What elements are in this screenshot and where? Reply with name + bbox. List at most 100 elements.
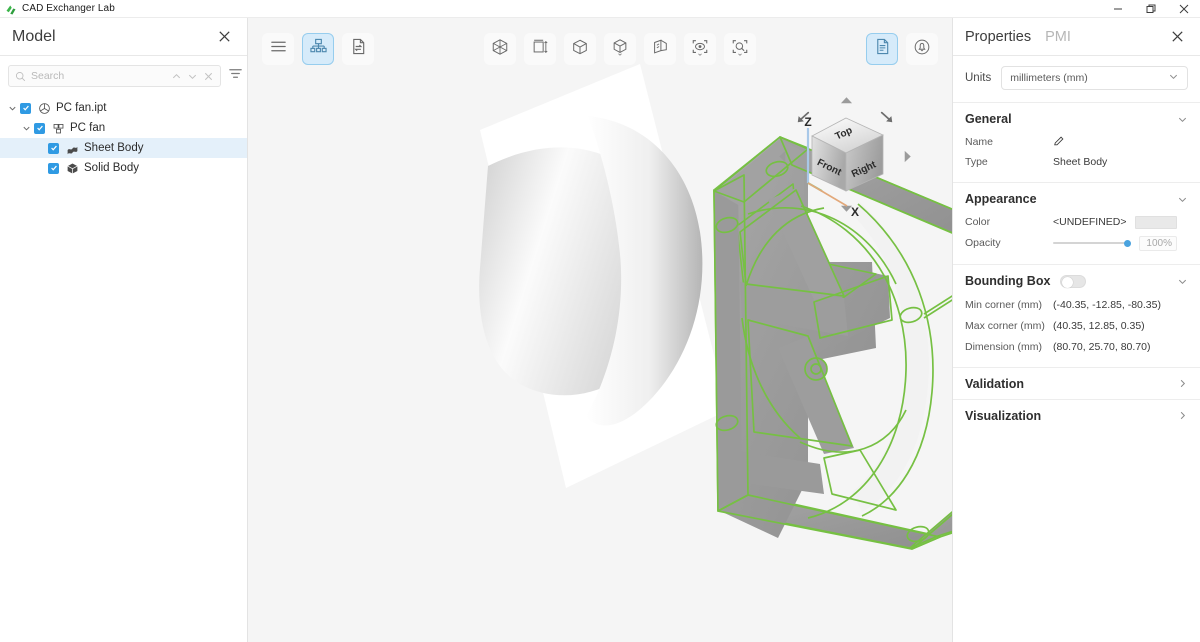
file-convert-button[interactable] (342, 33, 374, 65)
measure-button[interactable] (524, 33, 556, 65)
property-dimension-value: (80.70, 25.70, 80.70) (1053, 340, 1151, 353)
tree-row-sheet-body[interactable]: Sheet Body (0, 138, 247, 158)
properties-panel-header: Properties PMI (953, 18, 1200, 56)
section-bounding-box: Bounding Box Min corner (mm) (-40.35, -1… (953, 264, 1200, 367)
notifications-button[interactable] (906, 33, 938, 65)
viewport-3d[interactable]: Z X Top Front Right (248, 18, 952, 642)
model-tree[interactable]: PC fan.ipt PC fan Sheet Body Solid Body (0, 92, 247, 178)
opacity-track (1053, 242, 1131, 244)
chevron-up-icon[interactable] (171, 71, 182, 82)
section-validation[interactable]: Validation (953, 367, 1200, 399)
properties-panel-button[interactable] (866, 33, 898, 65)
cad-exchanger-logo-icon (5, 3, 17, 15)
shading-mode-button[interactable] (564, 33, 596, 65)
part-icon (51, 121, 65, 135)
isometric-view-button[interactable] (484, 33, 516, 65)
property-dimension-label: Dimension (mm) (965, 340, 1043, 353)
restore-button[interactable] (1134, 0, 1167, 18)
eye-focus-icon (691, 38, 709, 61)
close-button[interactable] (1167, 0, 1200, 18)
chevron-down-icon[interactable] (4, 98, 20, 118)
chevron-down-icon[interactable] (18, 118, 34, 138)
filter-icon[interactable] (228, 66, 243, 86)
measure-box-icon (531, 38, 549, 61)
toolbar-group-center (484, 33, 756, 65)
property-max-corner-value: (40.35, 12.85, 0.35) (1053, 319, 1145, 332)
tree-item-label: PC fan.ipt (56, 102, 107, 114)
structure-tree-button[interactable] (302, 33, 334, 65)
tree-checkbox[interactable] (20, 102, 31, 114)
clip-plane-button[interactable] (644, 33, 676, 65)
tab-pmi[interactable]: PMI (1045, 29, 1071, 45)
chevron-down-icon[interactable] (187, 71, 198, 82)
property-dimension-row: Dimension (mm) (80.70, 25.70, 80.70) (965, 336, 1188, 357)
tab-properties[interactable]: Properties (965, 29, 1031, 45)
section-bounding-box-header[interactable]: Bounding Box (965, 274, 1188, 288)
section-general-header[interactable]: General (965, 112, 1188, 126)
property-opacity-row: Opacity 100% (965, 232, 1188, 254)
tree-item-label: Sheet Body (84, 142, 144, 154)
opacity-slider[interactable] (1053, 237, 1131, 249)
property-min-corner-row: Min corner (mm) (-40.35, -12.85, -80.35) (965, 294, 1188, 315)
tree-item-label: PC fan (70, 122, 106, 134)
sheet-body-icon (65, 141, 79, 155)
minimize-button[interactable] (1101, 0, 1134, 18)
property-type-value: Sheet Body (1053, 156, 1108, 168)
menu-button[interactable] (262, 33, 294, 65)
pencil-icon[interactable] (1053, 135, 1065, 150)
hamburger-menu-icon (270, 38, 287, 60)
toolbar-group-right (866, 33, 938, 65)
close-icon[interactable] (213, 26, 235, 48)
view-cube[interactable]: Z X Top Front Right (776, 90, 914, 220)
units-label: Units (965, 72, 992, 84)
display-mode-button[interactable] (604, 33, 636, 65)
structure-tree-icon (309, 38, 327, 60)
bounding-box-toggle[interactable] (1060, 274, 1087, 288)
window-title-bar: CAD Exchanger Lab (0, 0, 1200, 18)
viewcube-body[interactable]: Z X Top Front Right (776, 90, 914, 220)
property-min-corner-value: (-40.35, -12.85, -80.35) (1053, 298, 1161, 311)
chevron-down-icon[interactable] (1177, 194, 1188, 205)
tree-checkbox[interactable] (48, 142, 59, 154)
search-input[interactable] (31, 70, 166, 82)
tree-row-solid-body[interactable]: Solid Body (0, 158, 247, 178)
cube-shaded-icon (571, 38, 589, 61)
viewer-toolbar (248, 18, 952, 80)
tree-checkbox[interactable] (48, 162, 59, 174)
zoom-to-fit-button[interactable] (724, 33, 756, 65)
properties-panel: Properties PMI Units millimeters (mm) Ge… (952, 18, 1200, 642)
chevron-right-icon[interactable] (1177, 410, 1188, 421)
chevron-down-icon[interactable] (1177, 276, 1188, 287)
section-visualization[interactable]: Visualization (953, 399, 1200, 431)
zoom-fit-icon (731, 38, 749, 61)
units-select-value: millimeters (mm) (1010, 72, 1088, 84)
opacity-value[interactable]: 100% (1139, 235, 1177, 251)
property-name-row: Name (965, 132, 1188, 152)
chevron-right-icon[interactable] (1177, 378, 1188, 389)
chevron-down-icon[interactable] (1177, 114, 1188, 125)
opacity-knob[interactable] (1124, 239, 1131, 247)
color-swatch[interactable] (1134, 215, 1177, 229)
property-max-corner-label: Max corner (mm) (965, 319, 1045, 332)
property-color-row: Color <UNDEFINED> (965, 212, 1188, 232)
property-color-value: <UNDEFINED> (1053, 216, 1127, 228)
tree-row[interactable]: PC fan (0, 118, 247, 138)
section-plane-icon (651, 38, 669, 61)
app-title: CAD Exchanger Lab (22, 3, 115, 14)
search-box[interactable] (8, 65, 221, 87)
section-bounding-box-title: Bounding Box (965, 274, 1051, 288)
property-max-corner-row: Max corner (mm) (40.35, 12.85, 0.35) (965, 315, 1188, 336)
units-select[interactable]: millimeters (mm) (1001, 66, 1188, 90)
viewcube-axis-z-label: Z (804, 115, 811, 129)
tree-checkbox[interactable] (34, 122, 45, 134)
section-appearance-header[interactable]: Appearance (965, 192, 1188, 206)
visibility-button[interactable] (684, 33, 716, 65)
model-panel: Model Search PC fan.ipt PC fan Sheet Bod… (0, 18, 248, 642)
close-icon[interactable] (1166, 26, 1188, 48)
tree-item-label: Solid Body (84, 162, 139, 174)
property-min-corner-label: Min corner (mm) (965, 298, 1043, 311)
search-clear-icon[interactable] (203, 71, 214, 82)
tree-row[interactable]: PC fan.ipt (0, 98, 247, 118)
bell-circle-icon (913, 38, 931, 61)
toggle-knob (1062, 276, 1074, 288)
